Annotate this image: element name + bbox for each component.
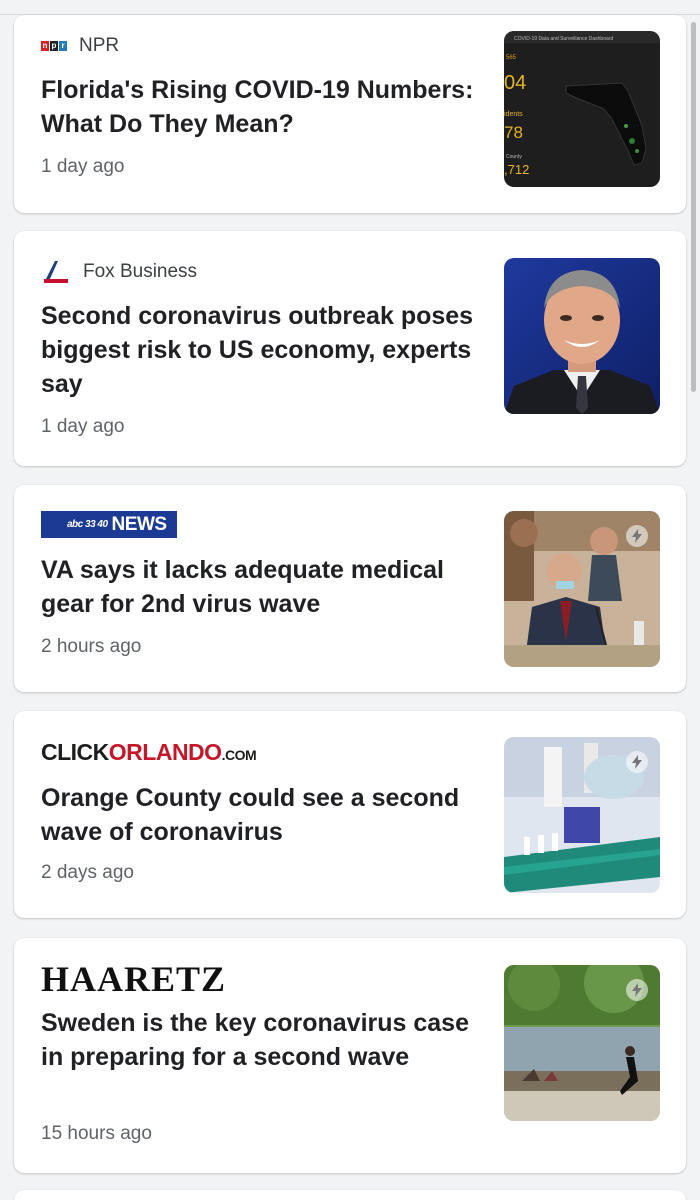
svg-text:565: 565 xyxy=(506,55,517,61)
clickorlando-logo-icon: CLICKORLANDO.COM xyxy=(41,739,257,765)
npr-logo-icon: n p r xyxy=(41,41,67,51)
article-card-fox-business[interactable]: Fox Business Second coronavirus outbreak… xyxy=(14,231,686,466)
article-card-haaretz[interactable]: HAARETZ Sweden is the key coronavirus ca… xyxy=(14,938,686,1173)
abc-news-logo-icon: abc 33 40 NEWS xyxy=(41,511,177,538)
source-name: Fox Business xyxy=(83,261,198,282)
dashboard-stat-1: 04 xyxy=(504,72,526,94)
article-time: 1 day ago xyxy=(41,416,125,437)
portrait-image xyxy=(504,258,660,414)
article-source: abc 33 40 NEWS xyxy=(41,511,177,538)
svg-text:County: County xyxy=(506,154,522,160)
article-source: Fox Business xyxy=(41,259,197,285)
article-card-next[interactable] xyxy=(14,1190,686,1200)
source-name: NEWS xyxy=(111,513,168,535)
article-thumbnail[interactable] xyxy=(504,737,660,893)
covid-dashboard-image: COVID-19 Data and Surveillance Dashboard… xyxy=(504,31,660,187)
article-card-clickorlando[interactable]: CLICKORLANDO.COM Orange County could see… xyxy=(14,711,686,918)
article-time: 15 hours ago xyxy=(41,1123,152,1144)
news-feed: n p r NPR Florida's Rising COVID-19 Numb… xyxy=(0,0,700,1200)
dashboard-stat-2: 78 xyxy=(504,123,523,142)
amp-lightning-icon xyxy=(626,751,648,773)
article-card-npr[interactable]: n p r NPR Florida's Rising COVID-19 Numb… xyxy=(14,15,686,213)
article-thumbnail[interactable] xyxy=(504,258,660,414)
source-name: NPR xyxy=(79,35,120,56)
dashboard-header: COVID-19 Data and Surveillance Dashboard xyxy=(514,36,613,42)
article-headline[interactable]: Sweden is the key coronavirus case in pr… xyxy=(41,1006,481,1074)
article-thumbnail[interactable] xyxy=(504,511,660,667)
fox-business-logo-icon xyxy=(44,261,68,283)
article-source: n p r NPR xyxy=(41,35,119,57)
article-headline[interactable]: Florida's Rising COVID-19 Numbers: What … xyxy=(41,73,481,141)
dashboard-stat-3: ,712 xyxy=(504,162,529,177)
article-card-abc-news[interactable]: abc 33 40 NEWS VA says it lacks adequate… xyxy=(14,485,686,692)
article-headline[interactable]: VA says it lacks adequate medical gear f… xyxy=(41,553,481,621)
article-headline[interactable]: Second coronavirus outbreak poses bigges… xyxy=(41,299,481,401)
amp-lightning-icon xyxy=(626,525,648,547)
amp-lightning-icon xyxy=(626,979,648,1001)
article-headline[interactable]: Orange County could see a second wave of… xyxy=(41,781,481,849)
svg-text:idents: idents xyxy=(504,111,523,118)
article-source: CLICKORLANDO.COM xyxy=(41,739,257,766)
article-thumbnail[interactable]: COVID-19 Data and Surveillance Dashboard… xyxy=(504,31,660,187)
article-time: 2 hours ago xyxy=(41,636,142,657)
haaretz-logo-icon: HAARETZ xyxy=(41,959,227,999)
scrollbar[interactable] xyxy=(691,22,696,392)
article-time: 2 days ago xyxy=(41,862,134,883)
article-thumbnail[interactable] xyxy=(504,965,660,1121)
article-source: HAARETZ xyxy=(41,958,226,1000)
article-time: 1 day ago xyxy=(41,156,125,177)
